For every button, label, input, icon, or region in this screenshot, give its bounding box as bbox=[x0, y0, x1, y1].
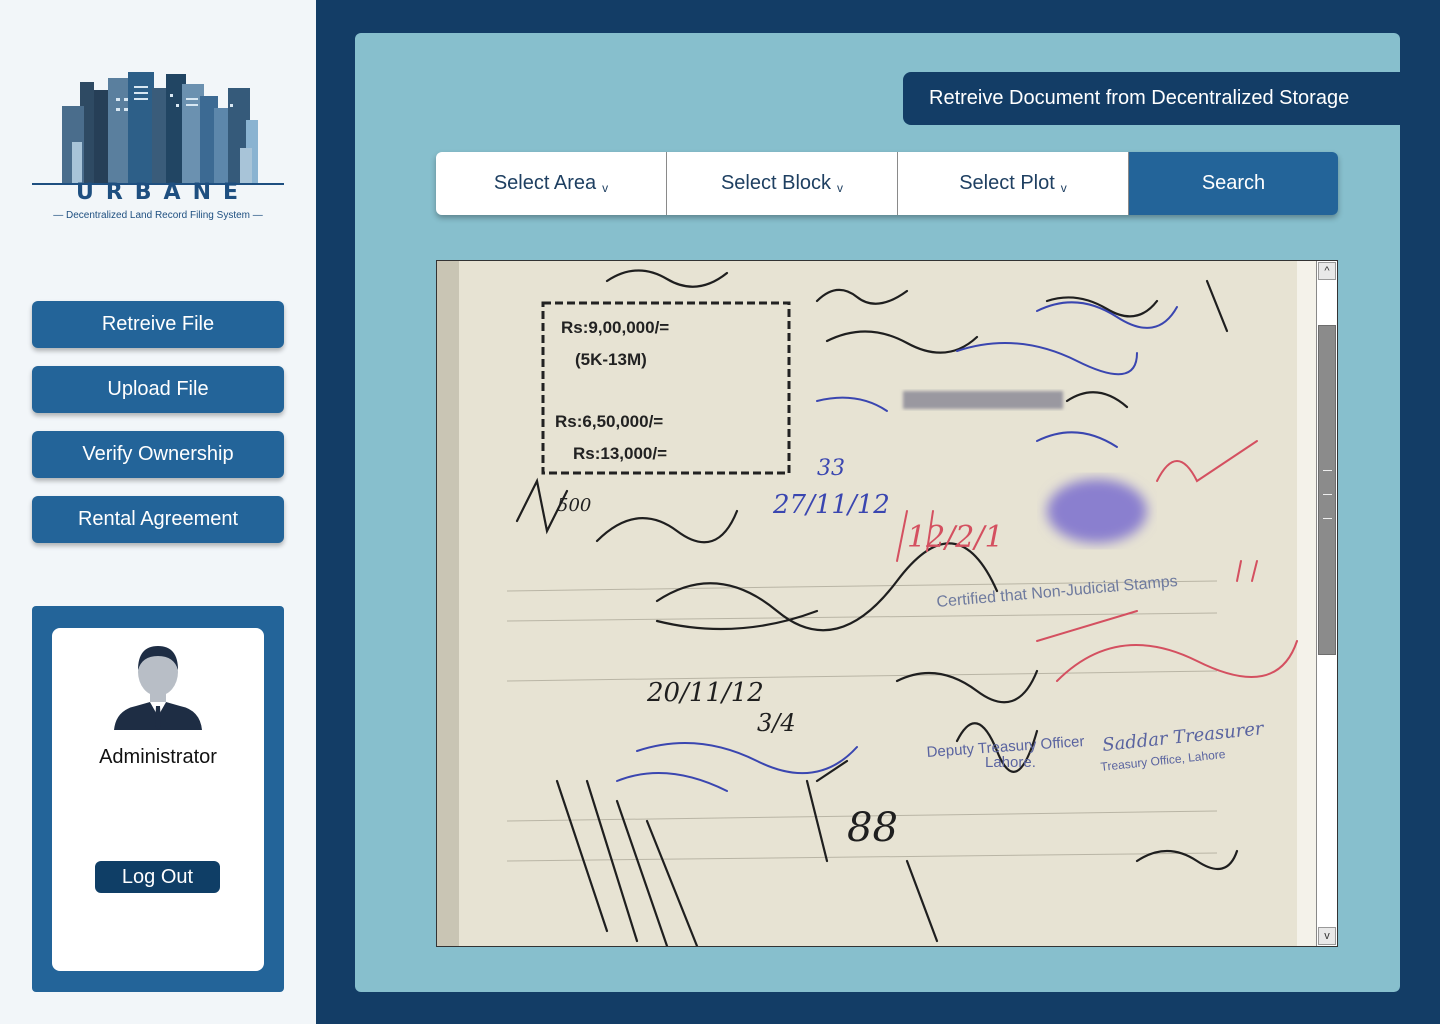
page-title: Retreive Document from Decentralized Sto… bbox=[903, 72, 1400, 125]
rental-agreement-button[interactable]: Rental Agreement bbox=[32, 496, 284, 543]
verify-ownership-button[interactable]: Verify Ownership bbox=[32, 431, 284, 478]
grip-line bbox=[1323, 518, 1332, 519]
upload-file-button[interactable]: Upload File bbox=[32, 366, 284, 413]
stamp-line-1: Rs:9,00,000/= bbox=[561, 318, 669, 337]
chevron-down-icon: v bbox=[602, 180, 609, 195]
land-record-document-image: Rs:9,00,000/= (5K-13M) Rs:6,50,000/= Rs:… bbox=[437, 261, 1317, 946]
urbane-logo: URBANE — Decentralized Land Record Filin… bbox=[32, 68, 284, 228]
treasury-city-text: Lahore. bbox=[985, 754, 1036, 771]
user-card: Administrator Log Out bbox=[52, 628, 264, 971]
retrieve-file-button[interactable]: Retreive File bbox=[32, 301, 284, 348]
filter-bar: Select Area v Select Block v Select Plot… bbox=[436, 152, 1338, 215]
select-block-label: Select Block bbox=[720, 172, 832, 194]
handwritten-date-2: 27/11/12 bbox=[772, 490, 890, 520]
user-role: Administrator bbox=[99, 746, 217, 768]
handwritten-date-1: 20/11/12 bbox=[646, 678, 764, 708]
brand-name: URBANE bbox=[75, 180, 251, 205]
brand-tagline: — Decentralized Land Record Filing Syste… bbox=[53, 210, 263, 221]
select-block-dropdown[interactable]: Select Block v bbox=[667, 152, 898, 215]
grip-line bbox=[1323, 470, 1332, 471]
select-area-dropdown[interactable]: Select Area v bbox=[436, 152, 667, 215]
chevron-down-icon: v bbox=[1060, 180, 1067, 195]
vertical-scrollbar[interactable]: ^ v bbox=[1316, 261, 1337, 946]
stamp-line-2: (5K-13M) bbox=[575, 350, 647, 369]
sidebar: URBANE — Decentralized Land Record Filin… bbox=[0, 0, 316, 1024]
handwritten-33: 33 bbox=[817, 456, 845, 481]
search-button[interactable]: Search bbox=[1129, 152, 1338, 215]
chevron-down-icon[interactable]: v bbox=[1318, 927, 1336, 945]
handwritten-number: 88 bbox=[847, 805, 898, 851]
red-handwritten-number: 12/2/1 bbox=[907, 520, 1004, 555]
chevron-up-icon[interactable]: ^ bbox=[1318, 262, 1336, 280]
city-skyline-icon bbox=[32, 72, 284, 185]
handwritten-fraction: 3/4 bbox=[757, 709, 796, 737]
scrollbar-thumb[interactable] bbox=[1318, 325, 1336, 655]
logout-button[interactable]: Log Out bbox=[95, 861, 220, 893]
grip-line bbox=[1323, 494, 1332, 495]
handwritten-500: 500 bbox=[557, 495, 591, 516]
select-plot-label: Select Plot bbox=[959, 172, 1055, 194]
select-plot-dropdown[interactable]: Select Plot v bbox=[898, 152, 1129, 215]
stamp-line-4: Rs:13,000/= bbox=[573, 444, 667, 463]
chevron-down-icon: v bbox=[837, 180, 844, 195]
stamp-line-3: Rs:6,50,000/= bbox=[555, 412, 663, 431]
document-viewer[interactable]: Rs:9,00,000/= (5K-13M) Rs:6,50,000/= Rs:… bbox=[436, 260, 1338, 947]
select-area-label: Select Area bbox=[493, 172, 597, 194]
user-avatar-icon bbox=[114, 646, 202, 730]
user-panel: Administrator Log Out bbox=[32, 606, 284, 992]
